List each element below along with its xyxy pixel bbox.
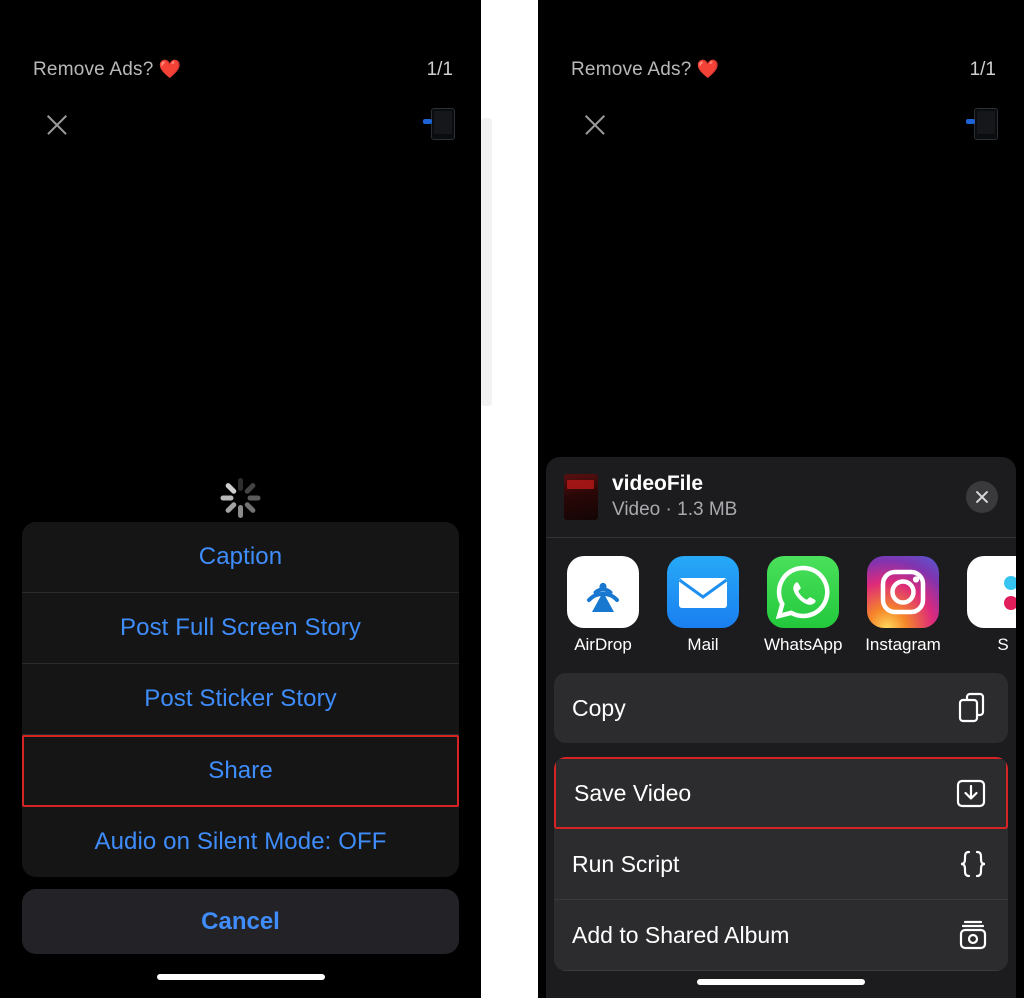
home-indicator-right [697, 979, 865, 985]
remove-ads-label-right[interactable]: Remove Ads? ❤️ [571, 59, 719, 81]
share-action-add-to-shared-album[interactable]: Add to Shared Album [554, 900, 1008, 971]
share-action-save-video[interactable]: Save Video [554, 757, 1008, 829]
share-action-label: Save Video [574, 779, 692, 806]
share-action-label: Run Script [572, 850, 680, 877]
share-sheet: videoFile Video · 1.3 MB AirDrop Mail What… [546, 457, 1016, 998]
action-sheet-item-share[interactable]: Share [22, 735, 459, 807]
share-app-label: WhatsApp [764, 635, 842, 654]
share-app-airdrop[interactable]: AirDrop [564, 556, 642, 655]
screenshot-stage: Remove Ads? ❤️ 1/1 Caption Post Full Scree… [0, 0, 1024, 998]
activity-spinner-icon [218, 475, 264, 521]
heart-icon: ❤️ [158, 59, 182, 79]
action-sheet: Caption Post Full Screen Story Post Sticke… [22, 522, 459, 877]
action-sheet-item-post-sticker-story[interactable]: Post Sticker Story [22, 664, 459, 735]
close-circle-icon[interactable] [966, 481, 998, 513]
share-app-label: AirDrop [574, 635, 632, 654]
left-phone-screenshot: Remove Ads? ❤️ 1/1 Caption Post Full Scree… [0, 0, 481, 998]
share-app-row: AirDrop Mail WhatsApp Instagram S [546, 538, 1016, 665]
file-info: videoFile Video · 1.3 MB [612, 471, 737, 523]
close-x-icon-right[interactable] [582, 112, 608, 138]
share-action-list: Copy Save Video Run Script Add to Shared Al… [554, 673, 1008, 971]
action-sheet-item-label: Post Full Screen Story [120, 614, 361, 641]
spinner-spoke [224, 482, 238, 495]
braces-icon [956, 847, 990, 881]
share-action-run-script[interactable]: Run Script [554, 829, 1008, 900]
cancel-button[interactable]: Cancel [22, 889, 459, 954]
share-app-mail[interactable]: Mail [664, 556, 742, 655]
device-screen [434, 111, 452, 134]
left-panel-edge-sliver [481, 118, 492, 406]
home-indicator [156, 974, 325, 980]
share-app-label: S [997, 635, 1009, 654]
share-app-instagram[interactable]: Instagram [864, 556, 942, 655]
action-sheet-item-label: Share [208, 757, 273, 784]
page-counter: 1/1 [426, 59, 453, 80]
phone-device-icon[interactable] [423, 108, 455, 140]
share-app-label: Instagram [865, 635, 941, 654]
instagram-icon [867, 556, 939, 628]
share-app-s[interactable]: S [964, 556, 1016, 655]
remove-ads-text: Remove Ads? [33, 59, 154, 80]
right-phone-screenshot: Remove Ads? ❤️ 1/1 videoFile Video · 1.3 … [538, 0, 1024, 998]
video-thumbnail [564, 474, 598, 520]
share-app-whatsapp[interactable]: WhatsApp [764, 556, 842, 655]
spinner-spoke [243, 501, 257, 514]
action-sheet-item-post-full-screen-story[interactable]: Post Full Screen Story [22, 593, 459, 664]
share-sheet-header: videoFile Video · 1.3 MB [546, 457, 1016, 538]
remove-ads-text-right: Remove Ads? [571, 59, 692, 80]
spinner-spoke [220, 495, 234, 501]
action-sheet-item-audio-on-silent-mode-off[interactable]: Audio on Silent Mode: OFF [22, 807, 459, 877]
copy-icon [956, 691, 990, 725]
share-action-card-primary: Copy [554, 673, 1008, 743]
device-indicator-right [966, 119, 975, 124]
mail-icon [667, 556, 739, 628]
file-name: videoFile [612, 471, 704, 495]
top-banner: Remove Ads? ❤️ 1/1 [0, 0, 481, 140]
share-action-label: Add to Shared Album [572, 921, 790, 948]
heart-icon-right: ❤️ [696, 59, 720, 79]
page-counter-right: 1/1 [969, 59, 996, 80]
device-indicator [423, 119, 432, 124]
save-download-icon [954, 776, 988, 810]
share-app-label: Mail [687, 635, 719, 654]
file-meta: Video · 1.3 MB [612, 499, 738, 521]
share-action-label: Copy [572, 694, 626, 721]
top-banner-right: Remove Ads? ❤️ 1/1 [538, 0, 1024, 140]
spinner-spoke [243, 482, 257, 495]
action-sheet-item-label: Caption [198, 543, 283, 570]
share-action-copy[interactable]: Copy [554, 673, 1008, 743]
airdrop-icon [567, 556, 639, 628]
shared-album-icon [956, 918, 990, 952]
spinner-spoke [247, 495, 261, 501]
whatsapp-icon [767, 556, 839, 628]
share-action-card-secondary: Save Video Run Script Add to Shared Album [554, 757, 1008, 971]
remove-ads-label[interactable]: Remove Ads? ❤️ [33, 59, 181, 81]
device-screen-right [977, 111, 995, 134]
action-sheet-item-label: Audio on Silent Mode: OFF [94, 828, 387, 855]
spinner-spoke [224, 501, 238, 514]
phone-device-icon-right[interactable] [966, 108, 998, 140]
slack-icon [967, 556, 1016, 628]
action-sheet-item-label: Post Sticker Story [144, 685, 337, 712]
spinner-spoke [238, 505, 243, 518]
close-x-icon[interactable] [44, 112, 70, 138]
action-sheet-item-caption[interactable]: Caption [22, 522, 459, 593]
spinner-spoke [238, 478, 243, 491]
